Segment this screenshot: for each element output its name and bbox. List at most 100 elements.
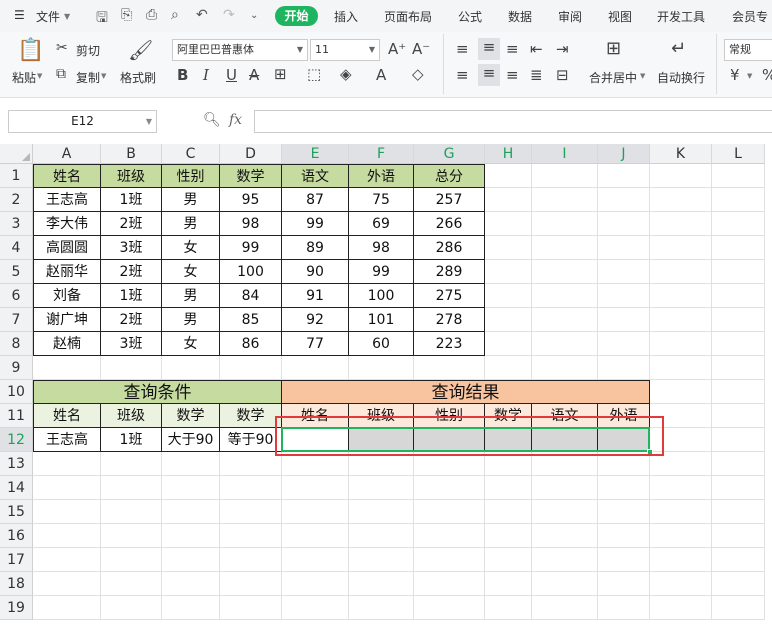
table-cell[interactable]: 男	[162, 212, 220, 236]
chevron-down-icon[interactable]: ▼	[640, 72, 645, 80]
name-box[interactable]: E12 ▼	[8, 110, 157, 133]
cell[interactable]	[712, 524, 765, 548]
wrap-text-button[interactable]: 自动换行	[657, 69, 705, 86]
cell[interactable]	[162, 524, 220, 548]
column-header[interactable]: C	[162, 144, 220, 164]
table-cell[interactable]: 69	[349, 212, 414, 236]
row-header[interactable]: 7	[0, 308, 33, 332]
row-header[interactable]: 3	[0, 212, 33, 236]
cell[interactable]	[101, 452, 162, 476]
cell[interactable]	[650, 548, 712, 572]
row-header[interactable]: 12	[0, 428, 33, 452]
zoom-icon[interactable]: 🔍︎	[203, 112, 221, 128]
cell[interactable]	[712, 548, 765, 572]
cell[interactable]	[712, 476, 765, 500]
cell[interactable]	[349, 476, 414, 500]
table-cell[interactable]: 278	[414, 308, 485, 332]
query-results-title[interactable]: 查询结果	[282, 380, 650, 404]
cell[interactable]	[414, 524, 485, 548]
decrease-font-icon[interactable]: A⁻	[412, 40, 430, 58]
row-header[interactable]: 15	[0, 500, 33, 524]
cell[interactable]	[349, 548, 414, 572]
tab-review[interactable]: 审阅	[558, 8, 582, 25]
undo-icon[interactable]: ↶	[196, 7, 208, 23]
cell[interactable]	[33, 452, 101, 476]
table-cell[interactable]: 98	[349, 236, 414, 260]
column-header[interactable]: K	[650, 144, 712, 164]
table-cell[interactable]: 刘备	[33, 284, 101, 308]
cell[interactable]	[282, 572, 349, 596]
merge-center-button[interactable]: 合并居中	[589, 69, 637, 86]
chevron-down-icon[interactable]: ▼	[64, 12, 70, 21]
format-painter-button[interactable]: 格式刷	[120, 69, 156, 86]
cell[interactable]	[532, 212, 598, 236]
cell[interactable]	[650, 356, 712, 380]
cell[interactable]	[485, 212, 532, 236]
cell[interactable]	[712, 596, 765, 620]
cell[interactable]	[650, 212, 712, 236]
fx-icon[interactable]: fx	[229, 112, 242, 128]
tab-insert[interactable]: 插入	[334, 8, 358, 25]
table-header-cell[interactable]: 性别	[162, 164, 220, 188]
table-cell[interactable]: 100	[349, 284, 414, 308]
table-cell[interactable]: 赵丽华	[33, 260, 101, 284]
row-header[interactable]: 19	[0, 596, 33, 620]
save-icon[interactable]: 🖫	[96, 7, 108, 31]
cell[interactable]	[598, 476, 650, 500]
cell[interactable]	[282, 356, 349, 380]
table-cell[interactable]: 286	[414, 236, 485, 260]
cell[interactable]	[598, 500, 650, 524]
cell[interactable]	[220, 476, 282, 500]
cell[interactable]	[162, 500, 220, 524]
row-header[interactable]: 13	[0, 452, 33, 476]
cell[interactable]	[712, 212, 765, 236]
table-cell[interactable]: 99	[349, 260, 414, 284]
table-cell[interactable]: 2班	[101, 308, 162, 332]
cell[interactable]	[349, 572, 414, 596]
table-cell[interactable]: 95	[220, 188, 282, 212]
cell[interactable]	[485, 548, 532, 572]
paint-bucket-icon[interactable]: ◈	[340, 65, 352, 83]
cell[interactable]	[532, 332, 598, 356]
paste-icon[interactable]: 📋	[17, 38, 44, 63]
paste-button[interactable]: 粘贴	[12, 69, 36, 86]
cell[interactable]	[349, 524, 414, 548]
cell[interactable]	[598, 356, 650, 380]
row-header[interactable]: 8	[0, 332, 33, 356]
table-cell[interactable]: 91	[282, 284, 349, 308]
cell[interactable]	[532, 596, 598, 620]
row-header[interactable]: 18	[0, 572, 33, 596]
table-header-cell[interactable]: 班级	[101, 164, 162, 188]
tab-page-layout[interactable]: 页面布局	[384, 8, 432, 25]
table-cell[interactable]: 3班	[101, 236, 162, 260]
file-menu[interactable]: 文件	[36, 8, 60, 25]
column-header[interactable]: H	[485, 144, 532, 164]
cell[interactable]	[650, 164, 712, 188]
border-icon[interactable]: ⊞	[274, 65, 287, 83]
column-header[interactable]: L	[712, 144, 765, 164]
table-cell[interactable]: 99	[220, 236, 282, 260]
cell[interactable]	[485, 236, 532, 260]
table-cell[interactable]: 257	[414, 188, 485, 212]
underline-icon[interactable]: U	[226, 66, 237, 84]
cell[interactable]	[598, 524, 650, 548]
cell[interactable]	[532, 524, 598, 548]
cell[interactable]	[712, 164, 765, 188]
cell[interactable]	[712, 332, 765, 356]
table-cell[interactable]: 98	[220, 212, 282, 236]
cell[interactable]	[712, 428, 765, 452]
cell[interactable]	[282, 548, 349, 572]
cell[interactable]	[282, 500, 349, 524]
table-cell[interactable]: 266	[414, 212, 485, 236]
cell[interactable]	[33, 596, 101, 620]
table-cell[interactable]: 75	[349, 188, 414, 212]
cell[interactable]	[598, 308, 650, 332]
cell[interactable]	[532, 188, 598, 212]
cell[interactable]	[162, 548, 220, 572]
condition-value-cell[interactable]: 等于90	[220, 428, 282, 452]
cell[interactable]	[650, 596, 712, 620]
chevron-down-icon[interactable]: ▼	[747, 72, 752, 80]
currency-button[interactable]: ¥	[730, 66, 740, 84]
eraser-icon[interactable]: ◇	[412, 65, 424, 83]
cell[interactable]	[650, 500, 712, 524]
